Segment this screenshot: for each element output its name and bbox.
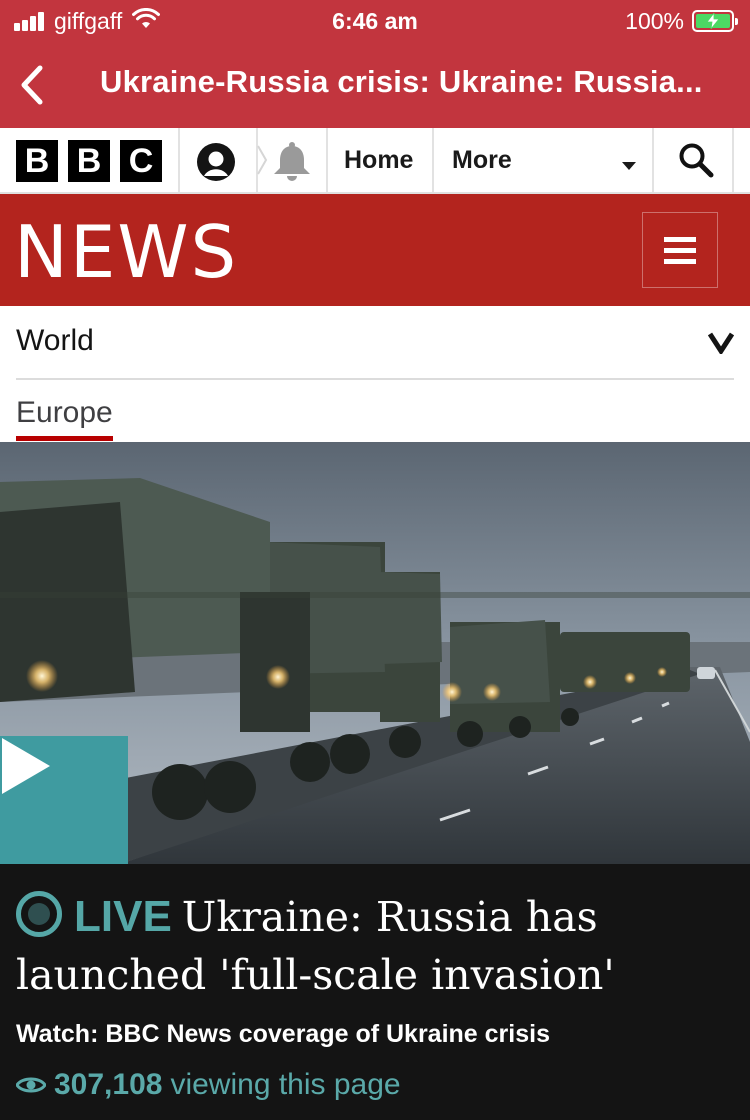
subsection-tab-europe[interactable]: Europe xyxy=(16,396,113,441)
bbc-logo-letter: C xyxy=(120,140,162,182)
chevron-left-icon xyxy=(21,65,43,105)
live-indicator-icon xyxy=(16,891,62,937)
news-wordmark[interactable]: NEWS xyxy=(14,210,238,294)
status-bar: giffgaff 6:46 am 100% xyxy=(0,0,750,42)
story-headline[interactable]: LIVE Ukraine: Russia has launched 'full-s… xyxy=(16,888,736,1004)
divider xyxy=(178,128,180,192)
nav-more-link[interactable]: More xyxy=(452,128,512,192)
bell-icon xyxy=(257,142,310,181)
bbc-masthead: B B C Home More xyxy=(0,128,750,194)
bbc-logo-letter: B xyxy=(68,140,110,182)
chevron-down-icon[interactable] xyxy=(707,332,735,359)
viewer-count: 307,108 viewing this page xyxy=(16,1068,401,1102)
nav-home-link[interactable]: Home xyxy=(344,128,413,192)
notifications-button[interactable] xyxy=(256,140,312,189)
live-label: LIVE xyxy=(74,892,172,941)
hero-image[interactable] xyxy=(0,442,750,864)
live-story-panel[interactable]: LIVE Ukraine: Russia has launched 'full-s… xyxy=(0,864,750,1120)
divider xyxy=(432,128,434,192)
viewer-count-number: 307,108 xyxy=(54,1068,163,1101)
bbc-logo-letter: B xyxy=(16,140,58,182)
bbc-logo[interactable]: B B C xyxy=(16,140,172,182)
search-icon xyxy=(679,143,714,178)
news-banner: NEWS xyxy=(0,194,750,306)
battery-icon xyxy=(692,10,738,32)
caret-down-icon[interactable] xyxy=(622,158,636,176)
app-nav-bar: Ukraine-Russia crisis: Ukraine: Russia..… xyxy=(0,42,750,128)
page-title: Ukraine-Russia crisis: Ukraine: Russia..… xyxy=(100,64,703,99)
hamburger-menu-icon[interactable] xyxy=(642,212,718,288)
eye-icon xyxy=(16,1077,46,1093)
play-icon xyxy=(2,738,50,794)
story-subheading[interactable]: Watch: BBC News coverage of Ukraine cris… xyxy=(16,1020,550,1049)
back-button[interactable] xyxy=(12,60,52,110)
charging-bolt-icon xyxy=(706,13,720,29)
battery-percent: 100% xyxy=(625,7,684,34)
divider xyxy=(652,128,654,192)
divider xyxy=(326,128,328,192)
divider xyxy=(732,128,734,192)
search-button[interactable] xyxy=(678,142,714,183)
viewer-count-label: viewing this page xyxy=(170,1068,401,1101)
section-label: World xyxy=(16,324,94,357)
account-icon xyxy=(197,143,235,181)
play-video-button[interactable] xyxy=(0,736,128,864)
section-dropdown[interactable]: World xyxy=(16,306,735,380)
account-button[interactable] xyxy=(196,142,236,187)
